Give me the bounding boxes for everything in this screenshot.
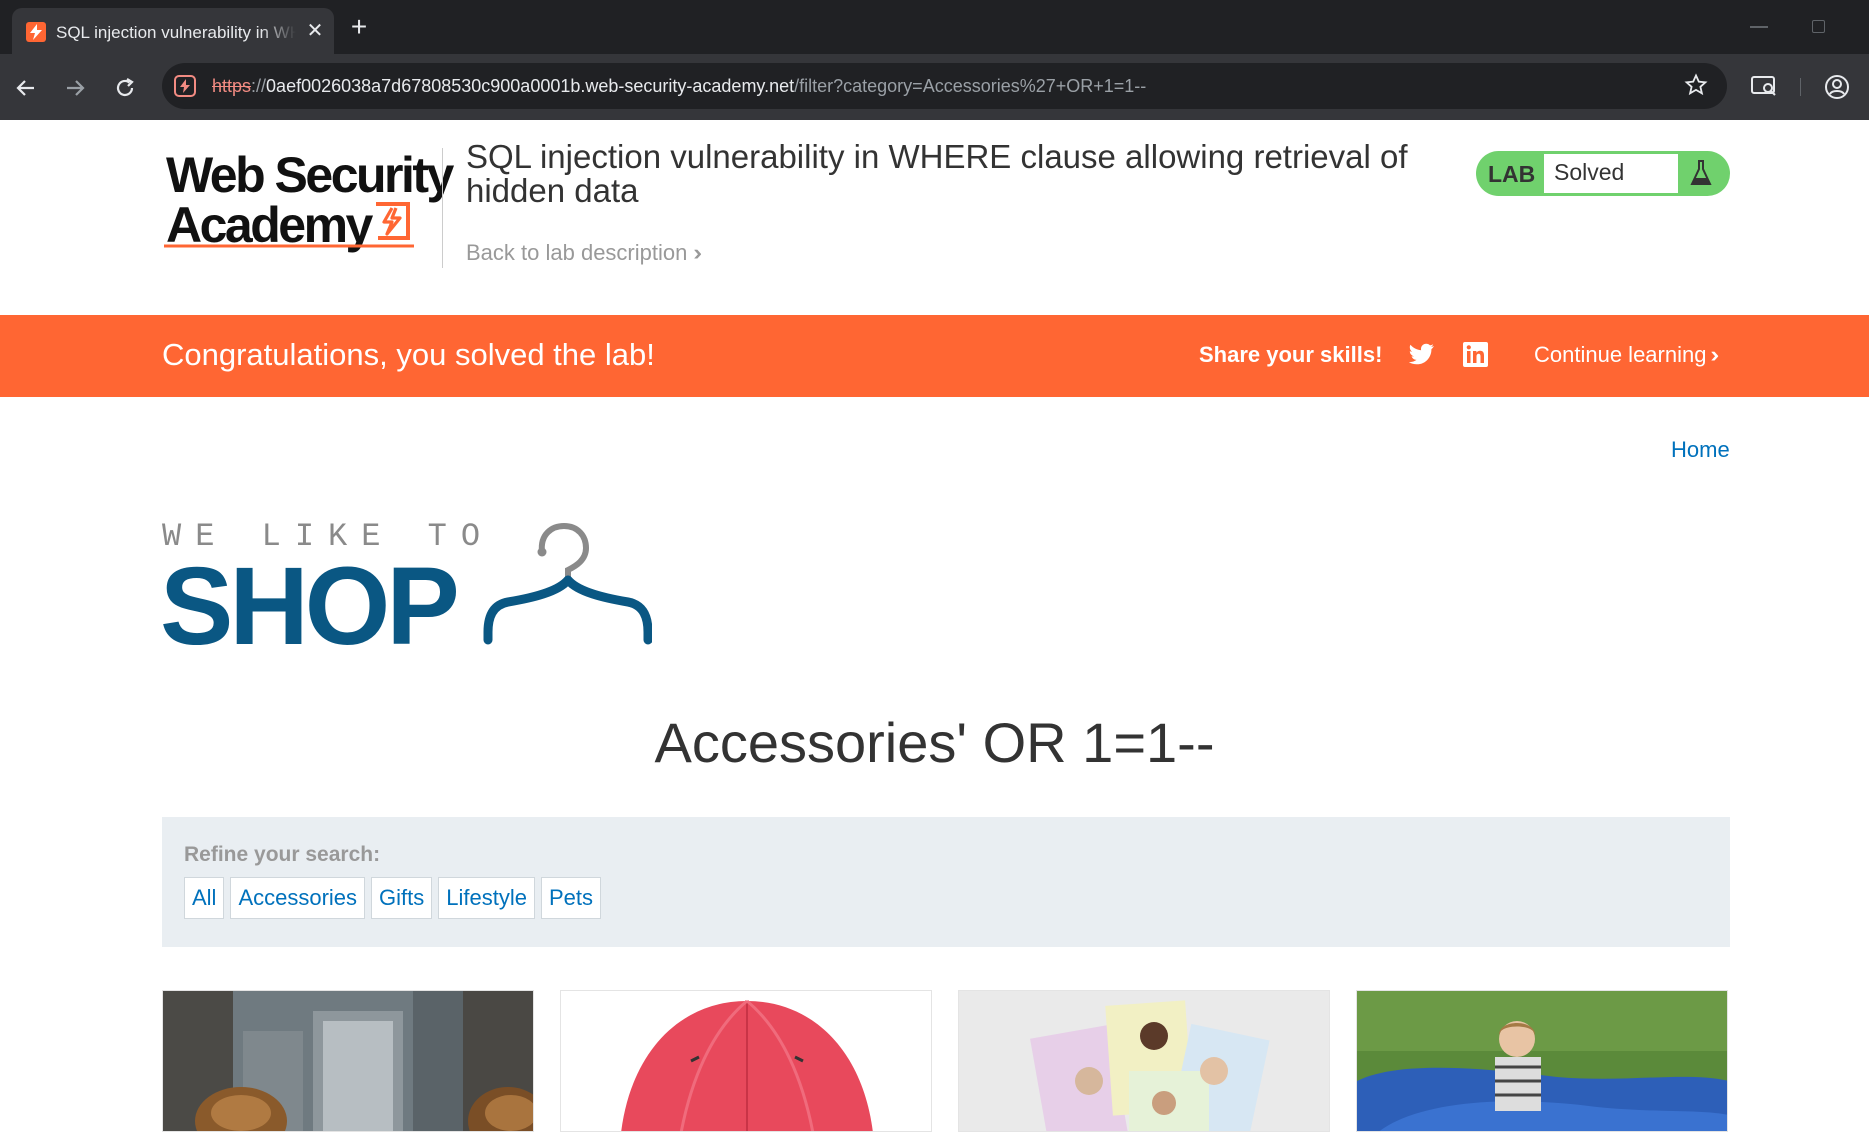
filter-all[interactable]: All [184, 877, 225, 919]
profile-icon[interactable] [1824, 74, 1850, 100]
red-umbrella-image [561, 991, 931, 1131]
tab-title: SQL injection vulnerability in WHERE cla… [56, 23, 296, 42]
web-security-academy-logo[interactable]: Web Security Academy [162, 146, 454, 256]
site-info-icon[interactable] [174, 75, 196, 97]
reload-icon[interactable] [107, 70, 143, 106]
product-image[interactable] [162, 990, 534, 1132]
url-separator: :// [251, 76, 267, 96]
filter-pets[interactable]: Pets [541, 877, 602, 919]
url-host: 0aef0026038a7d67808530c900a0001b.web-sec… [266, 76, 795, 96]
close-tab-icon[interactable]: ✕ [304, 20, 326, 42]
shop-logo-word: SHOP [160, 545, 460, 668]
double-chevron-right-icon: ›› [1710, 342, 1718, 367]
category-filter-list: All Accessories Gifts Lifestyle Pets [184, 877, 602, 919]
playing-cards-image [959, 991, 1329, 1131]
lab-title: SQL injection vulnerability in WHERE cla… [466, 138, 1408, 209]
url-scheme: https [212, 76, 252, 96]
girl-on-beanbag-image [1357, 991, 1727, 1131]
share-skills-label: Share your skills! [1199, 342, 1383, 367]
continue-learning-link[interactable]: Continue learning ›› [1534, 342, 1718, 368]
product-image[interactable] [1356, 990, 1728, 1132]
minimize-icon[interactable] [1750, 26, 1768, 28]
header-divider [442, 148, 443, 268]
browser-tab-strip: SQL injection vulnerability in WHERE cla… [0, 0, 1869, 54]
double-chevron-right-icon: ›› [693, 240, 701, 265]
shoes-over-city-image [163, 991, 533, 1131]
bookmark-star-icon[interactable] [1683, 73, 1709, 99]
filter-gifts[interactable]: Gifts [371, 877, 433, 919]
url-path: /filter?category=Accessories%27+OR+1=1-- [794, 76, 1147, 96]
we-like-to-shop-logo: WE LIKE TO SHOP [160, 518, 660, 662]
flask-icon [1690, 160, 1712, 185]
product-grid [162, 990, 1730, 1132]
back-link-label: Back to lab description [466, 240, 688, 265]
refine-search-panel: Refine your search: All Accessories Gift… [162, 817, 1730, 947]
linkedin-icon[interactable] [1463, 342, 1488, 367]
product-image[interactable] [560, 990, 932, 1132]
logo-underline [164, 244, 414, 248]
lab-status-badge: LAB Solved [1476, 151, 1730, 196]
congratulations-message: Congratulations, you solved the lab! [162, 337, 655, 372]
back-arrow-icon[interactable] [8, 70, 44, 106]
refine-search-label: Refine your search: [184, 843, 381, 866]
logo-bolt-icon [376, 202, 410, 240]
back-to-lab-description-link[interactable]: Back to lab description ›› [466, 240, 701, 266]
lab-label: LAB [1488, 161, 1536, 187]
filter-lifestyle[interactable]: Lifestyle [438, 877, 535, 919]
burp-favicon-icon [26, 22, 46, 42]
category-heading: Accessories' OR 1=1-- [654, 711, 1215, 774]
filter-accessories[interactable]: Accessories [230, 877, 366, 919]
browser-toolbar: https://0aef0026038a7d67808530c900a0001b… [0, 54, 1869, 120]
url-text[interactable]: https://0aef0026038a7d67808530c900a0001b… [212, 76, 1146, 98]
restore-icon[interactable] [1812, 20, 1825, 33]
product-image[interactable] [958, 990, 1330, 1132]
continue-learning-label: Continue learning [1534, 342, 1707, 367]
forward-arrow-icon[interactable] [57, 70, 93, 106]
toolbar-divider [1800, 78, 1801, 96]
lab-status-text: Solved [1554, 159, 1625, 185]
twitter-icon[interactable] [1409, 342, 1435, 366]
home-link[interactable]: Home [1671, 437, 1730, 463]
new-tab-button[interactable]: + [345, 13, 373, 42]
solved-banner: Congratulations, you solved the lab! Sha… [0, 315, 1869, 397]
cast-icon[interactable] [1750, 74, 1778, 98]
address-bar[interactable]: https://0aef0026038a7d67808530c900a0001b… [162, 63, 1727, 109]
browser-tab[interactable]: SQL injection vulnerability in WHERE cla… [12, 8, 334, 54]
hanger-icon [483, 522, 652, 645]
